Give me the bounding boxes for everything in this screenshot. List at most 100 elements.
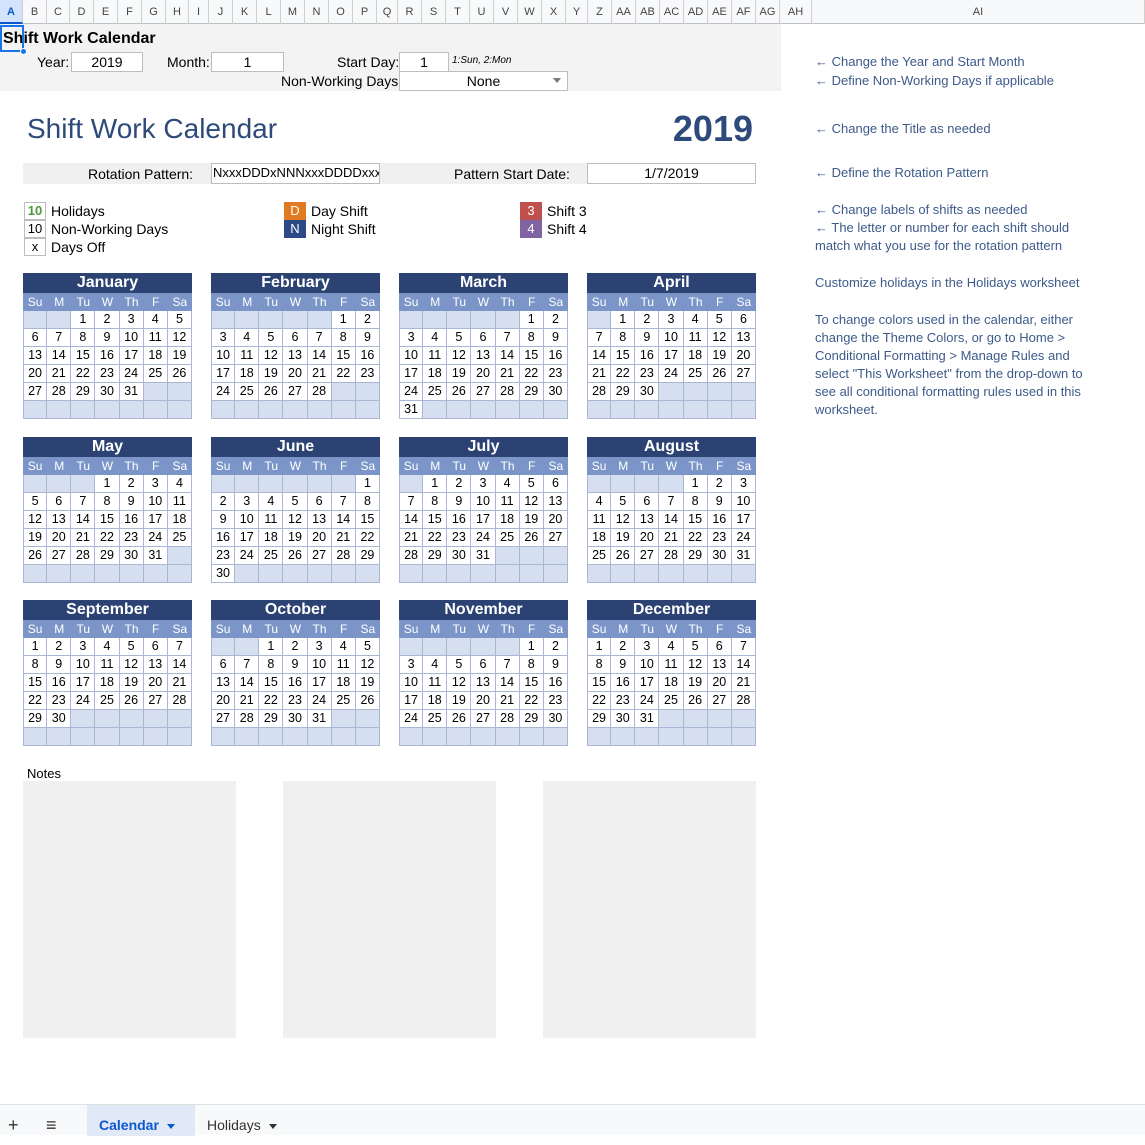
empty-day-cell[interactable]: [399, 638, 424, 656]
empty-day-cell[interactable]: [23, 311, 48, 329]
day-cell[interactable]: 20: [23, 365, 48, 383]
empty-day-cell[interactable]: [399, 475, 424, 493]
day-cell[interactable]: 23: [283, 692, 308, 710]
day-cell[interactable]: 17: [399, 692, 424, 710]
day-cell[interactable]: 10: [211, 347, 236, 365]
day-cell[interactable]: 3: [307, 638, 332, 656]
day-cell[interactable]: 10: [659, 329, 684, 347]
empty-day-cell[interactable]: [211, 475, 236, 493]
column-header-c[interactable]: C: [47, 0, 70, 24]
day-cell[interactable]: 12: [259, 347, 284, 365]
day-cell[interactable]: 20: [211, 692, 236, 710]
day-cell[interactable]: 28: [235, 710, 260, 728]
day-cell[interactable]: 20: [635, 529, 660, 547]
day-cell[interactable]: 16: [211, 529, 236, 547]
day-cell[interactable]: 21: [731, 674, 756, 692]
empty-day-cell[interactable]: [543, 728, 568, 746]
day-cell[interactable]: 15: [23, 674, 48, 692]
empty-day-cell[interactable]: [659, 383, 684, 401]
day-cell[interactable]: 1: [519, 311, 544, 329]
day-cell[interactable]: 15: [355, 511, 380, 529]
notes-box[interactable]: [23, 781, 236, 1038]
empty-day-cell[interactable]: [611, 401, 636, 419]
day-cell[interactable]: 21: [331, 529, 356, 547]
empty-day-cell[interactable]: [471, 638, 496, 656]
empty-day-cell[interactable]: [331, 710, 356, 728]
year-input[interactable]: 2019: [71, 52, 143, 72]
column-header-ab[interactable]: AB: [636, 0, 660, 24]
day-cell[interactable]: 25: [259, 547, 284, 565]
day-cell[interactable]: 1: [23, 638, 48, 656]
day-cell[interactable]: 6: [543, 475, 568, 493]
day-cell[interactable]: 4: [495, 475, 520, 493]
day-cell[interactable]: 4: [683, 311, 708, 329]
day-cell[interactable]: 2: [707, 475, 732, 493]
day-cell[interactable]: 14: [399, 511, 424, 529]
day-cell[interactable]: 18: [259, 529, 284, 547]
day-cell[interactable]: 9: [611, 656, 636, 674]
empty-day-cell[interactable]: [611, 475, 636, 493]
day-cell[interactable]: 17: [659, 347, 684, 365]
day-cell[interactable]: 4: [167, 475, 192, 493]
empty-day-cell[interactable]: [47, 311, 72, 329]
empty-day-cell[interactable]: [47, 475, 72, 493]
empty-day-cell[interactable]: [471, 311, 496, 329]
day-cell[interactable]: 30: [47, 710, 72, 728]
day-cell[interactable]: 12: [683, 656, 708, 674]
day-cell[interactable]: 13: [543, 493, 568, 511]
empty-day-cell[interactable]: [423, 565, 448, 583]
day-cell[interactable]: 16: [543, 674, 568, 692]
day-cell[interactable]: 18: [143, 347, 168, 365]
rotation-input[interactable]: NxxxDDDxNNNxxxDDDDxxx: [211, 163, 380, 184]
empty-day-cell[interactable]: [307, 565, 332, 583]
fill-handle[interactable]: [20, 48, 27, 55]
empty-day-cell[interactable]: [331, 401, 356, 419]
day-cell[interactable]: 25: [423, 710, 448, 728]
day-cell[interactable]: 29: [611, 383, 636, 401]
day-cell[interactable]: 30: [211, 565, 236, 583]
empty-day-cell[interactable]: [95, 710, 120, 728]
day-cell[interactable]: 11: [259, 511, 284, 529]
day-cell[interactable]: 2: [355, 311, 380, 329]
day-cell[interactable]: 18: [423, 365, 448, 383]
day-cell[interactable]: 10: [399, 347, 424, 365]
day-cell[interactable]: 23: [707, 529, 732, 547]
day-cell[interactable]: 18: [659, 674, 684, 692]
empty-day-cell[interactable]: [587, 728, 612, 746]
day-cell[interactable]: 19: [683, 674, 708, 692]
empty-day-cell[interactable]: [355, 383, 380, 401]
column-header-l[interactable]: L: [257, 0, 281, 24]
empty-day-cell[interactable]: [167, 401, 192, 419]
day-cell[interactable]: 23: [635, 365, 660, 383]
empty-day-cell[interactable]: [355, 728, 380, 746]
day-cell[interactable]: 21: [587, 365, 612, 383]
empty-day-cell[interactable]: [167, 710, 192, 728]
empty-day-cell[interactable]: [283, 475, 308, 493]
day-cell[interactable]: 8: [519, 656, 544, 674]
column-header-w[interactable]: W: [518, 0, 542, 24]
day-cell[interactable]: 30: [543, 710, 568, 728]
day-cell[interactable]: 30: [543, 383, 568, 401]
day-cell[interactable]: 10: [71, 656, 96, 674]
day-cell[interactable]: 15: [331, 347, 356, 365]
day-cell[interactable]: 23: [355, 365, 380, 383]
day-cell[interactable]: 23: [95, 365, 120, 383]
empty-day-cell[interactable]: [543, 401, 568, 419]
day-cell[interactable]: 12: [119, 656, 144, 674]
day-cell[interactable]: 28: [399, 547, 424, 565]
day-cell[interactable]: 26: [611, 547, 636, 565]
empty-day-cell[interactable]: [399, 311, 424, 329]
day-cell[interactable]: 13: [283, 347, 308, 365]
day-cell[interactable]: 28: [731, 692, 756, 710]
day-cell[interactable]: 17: [731, 511, 756, 529]
column-header-x[interactable]: X: [542, 0, 566, 24]
day-cell[interactable]: 20: [471, 692, 496, 710]
day-cell[interactable]: 29: [23, 710, 48, 728]
column-header-j[interactable]: J: [209, 0, 233, 24]
day-cell[interactable]: 24: [399, 383, 424, 401]
day-cell[interactable]: 25: [331, 692, 356, 710]
day-cell[interactable]: 24: [307, 692, 332, 710]
day-cell[interactable]: 23: [47, 692, 72, 710]
day-cell[interactable]: 6: [283, 329, 308, 347]
day-cell[interactable]: 3: [119, 311, 144, 329]
